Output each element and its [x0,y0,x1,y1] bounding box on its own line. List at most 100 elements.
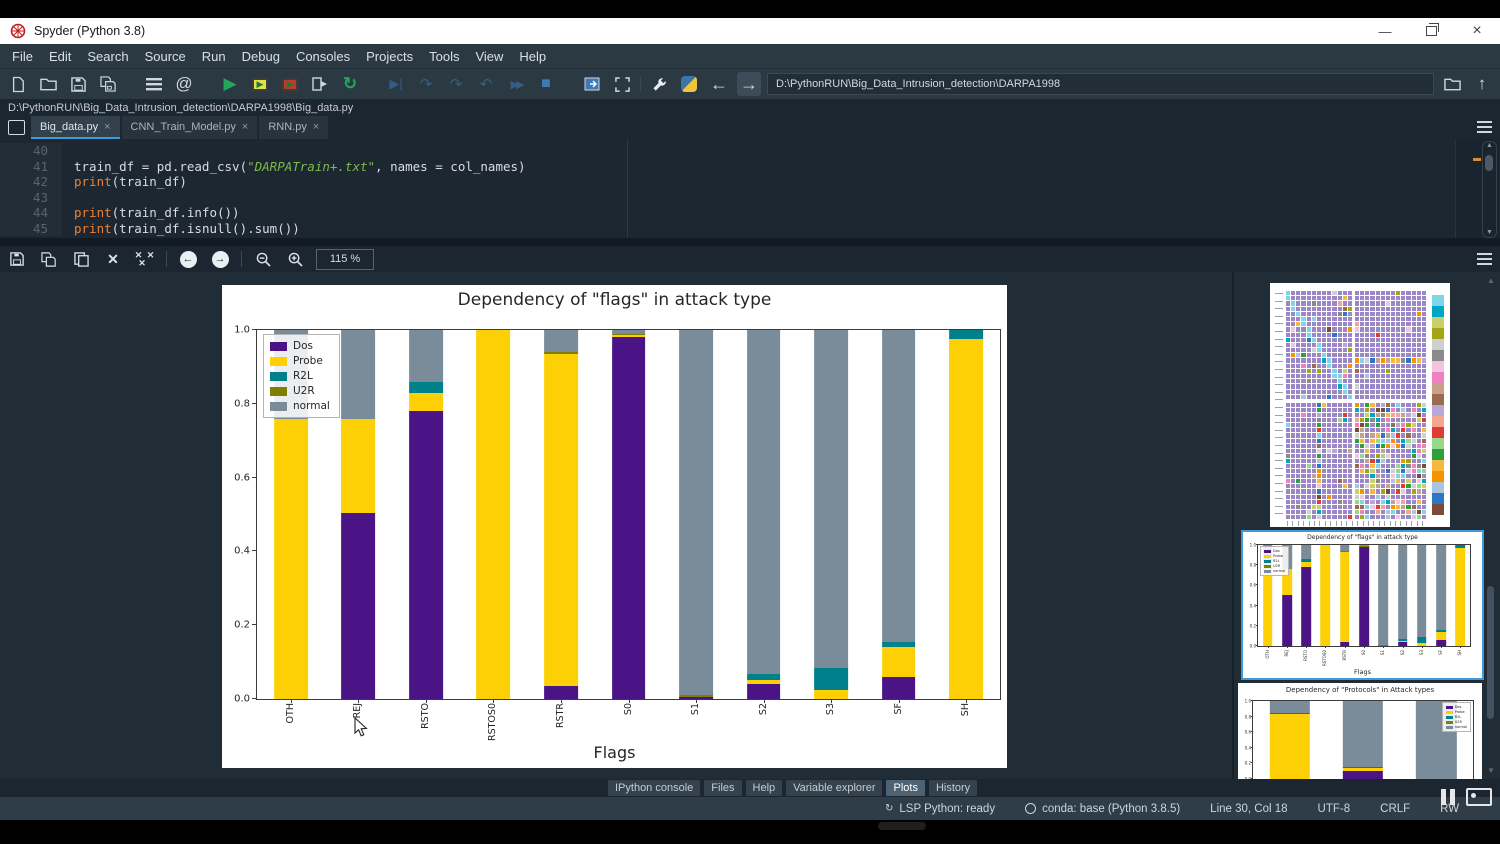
stop-icon: ■ [541,75,551,93]
conda-status[interactable]: conda: base (Python 3.8.5) [1025,803,1180,815]
tools-button[interactable] [647,72,671,96]
remove-all-plots-button[interactable]: ✕ ✕ ✕ [134,248,156,270]
editor-tab-cnn_train_model.py[interactable]: CNN_Train_Model.py× [122,116,258,139]
parent-directory-button[interactable]: ↑ [1470,72,1494,96]
thumbnails-scrollbar[interactable]: ▲ ▼ [1486,276,1496,775]
previous-plot-button[interactable]: ← [177,248,199,270]
zoom-out-button[interactable] [252,248,274,270]
thumbnails-scroll-down-icon[interactable]: ▼ [1486,766,1496,775]
scroll-up-icon[interactable]: ▲ [1483,142,1496,149]
tab-close-icon[interactable]: × [242,121,248,133]
heatmap-cell [1396,358,1400,362]
heatmap-cell [1381,444,1385,448]
minimize-button[interactable]: — [1362,18,1408,44]
tab-close-icon[interactable]: × [313,121,319,133]
symbol-finder-button[interactable]: @ [172,72,196,96]
bottom-tab-ipython-console[interactable]: IPython console [608,780,700,796]
file-switcher-button[interactable] [142,72,166,96]
zoom-in-button[interactable] [284,248,306,270]
stop-debug-button[interactable]: ■ [534,72,558,96]
next-plot-button[interactable]: → [209,248,231,270]
thumbnails-scrollbar-thumb[interactable] [1487,586,1494,719]
remove-plot-button[interactable]: ✕ [102,248,124,270]
run-file-button[interactable]: ▶ [218,72,242,96]
editor-tab-big_data.py[interactable]: Big_data.py× [31,116,120,139]
run-cell-advance-button[interactable]: ▶ [278,72,302,96]
bottom-tab-plots[interactable]: Plots [886,780,924,796]
plots-options-menu-button[interactable] [1477,253,1492,265]
axis-label-dash [1341,521,1342,526]
run-selection-button[interactable] [308,72,332,96]
heatmap-cell [1312,301,1316,305]
browse-tabs-icon[interactable] [8,120,25,135]
menu-file[interactable]: File [4,49,41,64]
menu-consoles[interactable]: Consoles [288,49,358,64]
thumbnail-protocols-plot[interactable]: Dependency of "Protocols" in Attack type… [1238,683,1482,779]
restore-button[interactable] [1408,18,1454,44]
heatmap-cell [1291,333,1295,337]
bottom-tab-help[interactable]: Help [746,780,783,796]
heatmap-cell [1332,439,1336,443]
close-button[interactable]: × [1454,18,1500,44]
bottom-tab-files[interactable]: Files [704,780,741,796]
bottom-tab-variable-explorer[interactable]: Variable explorer [786,780,882,796]
heatmap-cell [1396,322,1400,326]
maximize-pane-button[interactable] [580,72,604,96]
copy-plot-button[interactable] [70,248,92,270]
forward-button[interactable]: → [737,72,761,96]
video-thumbnail-button[interactable] [1466,788,1492,806]
thumbnail-heatmap-plot[interactable] [1270,283,1450,527]
video-pause-button[interactable] [1437,786,1459,808]
menu-view[interactable]: View [467,49,511,64]
editor-tab-rnn.py[interactable]: RNN.py× [259,116,328,139]
save-all-plots-button[interactable] [38,248,60,270]
menu-source[interactable]: Source [137,49,194,64]
new-file-button[interactable] [6,72,30,96]
heatmap-cell [1386,423,1390,427]
heatmap-cell [1386,317,1390,321]
bottom-tab-history[interactable]: History [929,780,977,796]
heatmap-cell [1355,390,1359,394]
debug-step-over-button[interactable]: ↷ [414,72,438,96]
axis-label-dash [1287,521,1288,526]
heatmap-cell [1332,364,1336,368]
tab-close-icon[interactable]: × [104,121,110,133]
heatmap-cell [1412,515,1416,519]
menu-help[interactable]: Help [511,49,554,64]
debug-continue-button[interactable]: ▶▶ [504,72,528,96]
menu-projects[interactable]: Projects [358,49,421,64]
python-env-button[interactable] [677,72,701,96]
editor-scrollbar-thumb[interactable] [1485,155,1493,171]
heatmap-cell [1386,403,1390,407]
back-button[interactable]: ← [707,72,731,96]
heatmap-cell [1307,291,1311,295]
menu-run[interactable]: Run [194,49,234,64]
browse-directory-button[interactable] [1440,72,1464,96]
save-button[interactable] [66,72,90,96]
thumbnails-scroll-up-icon[interactable]: ▲ [1486,276,1496,285]
menu-edit[interactable]: Edit [41,49,79,64]
thumbnail-flags-plot-selected[interactable]: Dependency of "flags" in attack type0.00… [1241,530,1484,680]
heatmap-cell [1386,479,1390,483]
debug-step-out-button[interactable]: ↶ [474,72,498,96]
heatmap-cell [1381,408,1385,412]
code-editor[interactable]: 4041train_df = pd.read_csv("DARPATrain+.… [0,139,1500,238]
working-directory-input[interactable] [767,73,1434,95]
menu-search[interactable]: Search [79,49,136,64]
open-file-button[interactable] [36,72,60,96]
menu-debug[interactable]: Debug [234,49,288,64]
editor-options-menu-button[interactable] [1477,121,1492,133]
heatmap-cell [1381,395,1385,399]
zoom-level-input[interactable] [316,249,374,270]
rerun-cell-button[interactable]: ↻ [338,72,362,96]
pane-splitter[interactable] [0,238,1500,246]
run-cell-button[interactable]: ▶ [248,72,272,96]
debug-step-into-button[interactable]: ↷ [444,72,468,96]
menu-tools[interactable]: Tools [421,49,467,64]
scroll-down-icon[interactable]: ▼ [1483,229,1496,236]
heatmap-cell [1381,433,1385,437]
fullscreen-button[interactable] [610,72,634,96]
save-all-button[interactable] [96,72,120,96]
save-plot-button[interactable] [6,248,28,270]
debug-file-button[interactable]: ▶| [384,72,408,96]
